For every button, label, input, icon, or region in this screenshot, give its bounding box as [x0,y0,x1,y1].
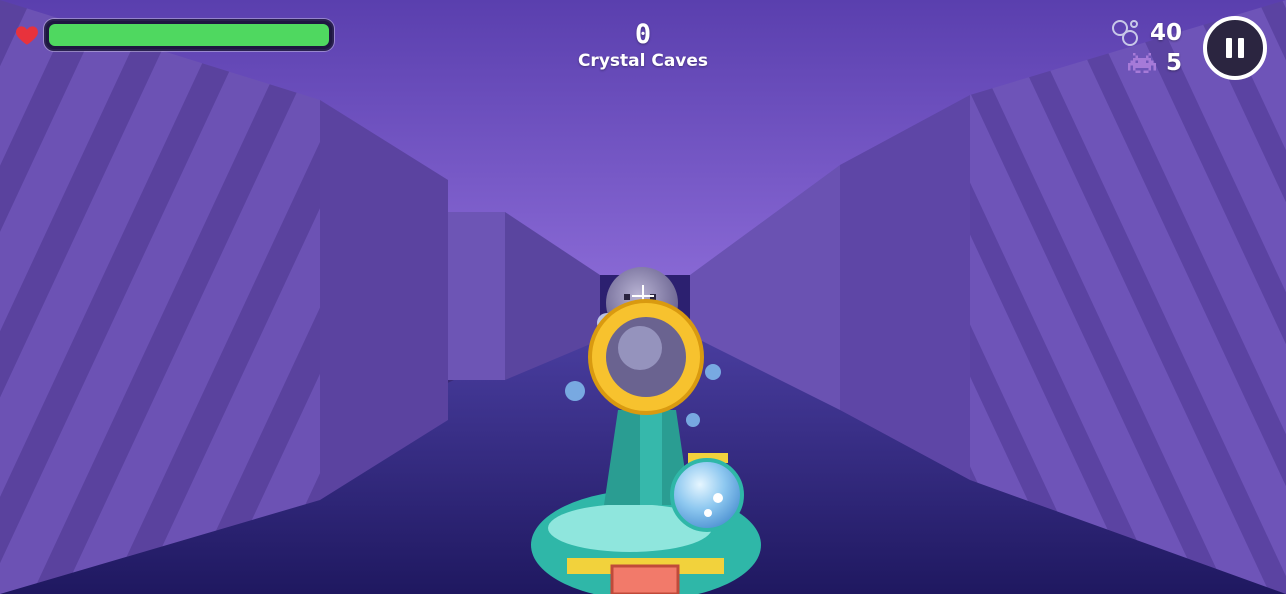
enemies-count: 5 [1110,48,1182,78]
blaster-tank [670,458,744,532]
left-wall-block [448,212,505,380]
pause-icon [1223,38,1247,58]
bubble [705,364,721,380]
bubbles-value: 40 [1149,20,1182,46]
blaster-barrel-shade [640,410,662,505]
pause-button[interactable] [1203,16,1267,80]
game-scene[interactable] [0,0,1286,594]
game-viewport[interactable]: 0 Crystal Caves 40 5 [0,0,1286,594]
level-name: Crystal Caves [577,51,709,71]
blaster-muzzle-bubble [618,326,662,370]
space-invader-icon [1127,52,1156,74]
score-block: 0 Crystal Caves [0,20,1286,72]
enemies-value: 5 [1165,50,1182,76]
enemy-eye-left [624,294,630,300]
blaster-trigger [610,564,680,594]
bubbles-count: 40 [1110,18,1182,48]
score-value: 0 [634,19,652,50]
stats-panel: 40 5 [1110,18,1182,78]
bubble [686,413,700,427]
blaster-tank-sparkle [713,493,723,503]
blaster-tank-sparkle [704,509,712,517]
bubbles-icon [1111,20,1138,46]
bubble [565,381,585,401]
left-wall-near [0,0,320,594]
